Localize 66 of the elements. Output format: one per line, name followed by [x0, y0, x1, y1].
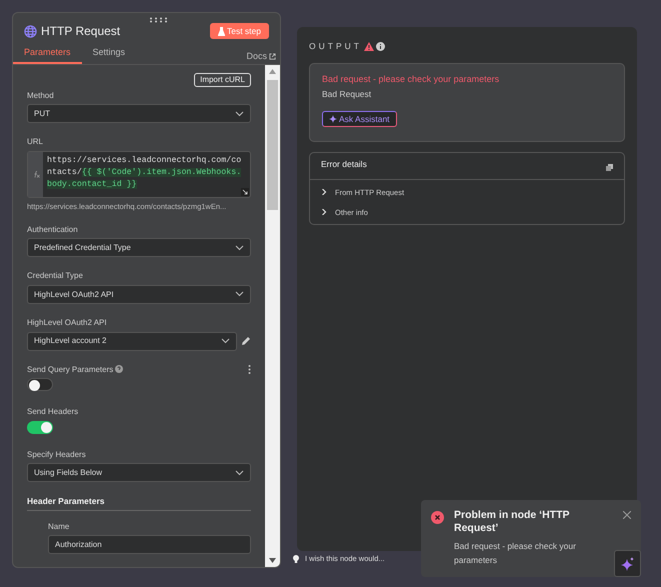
field-label: Authentication — [27, 224, 78, 234]
chevron-down-icon — [235, 244, 244, 251]
tab[interactable]: Parameters — [13, 41, 82, 64]
select-field[interactable]: HighLevel OAuth2 API — [27, 284, 251, 304]
output-label: OUTPUT — [309, 41, 362, 52]
select-value: Predefined Credential Type — [34, 243, 131, 253]
assistant-button[interactable] — [614, 550, 641, 577]
field-label: Method — [27, 90, 54, 100]
toast-title: Problem in node ‘HTTP Request’ — [454, 509, 570, 535]
field-label: Send Headers — [27, 407, 78, 417]
sparkle-icon — [620, 556, 634, 570]
lightbulb-icon — [293, 554, 299, 562]
expand-icon[interactable] — [241, 188, 249, 196]
select-field[interactable]: HighLevel account 2 — [27, 332, 237, 351]
close-icon — [623, 510, 631, 519]
input-value: Authorization — [55, 540, 102, 550]
select-field[interactable]: Predefined Credential Type — [27, 238, 251, 258]
docs-link[interactable]: Docs — [246, 51, 276, 62]
help-icon[interactable] — [115, 365, 124, 374]
field-label: Send Query Parameters — [27, 364, 114, 374]
field-label: Specify Headers — [27, 450, 86, 460]
chevron-down-icon — [221, 338, 230, 344]
chevron-right-icon — [321, 209, 327, 216]
select-value: Using Fields Below — [34, 468, 102, 478]
field-label: Name — [48, 522, 70, 532]
more-options-icon[interactable] — [248, 364, 251, 374]
select-value: PUT — [34, 108, 50, 118]
external-link-icon — [269, 53, 276, 60]
sparkle-icon — [329, 115, 337, 124]
scrollbar[interactable] — [265, 64, 280, 567]
chevron-right-icon — [321, 189, 327, 196]
select-field[interactable]: PUT — [27, 104, 251, 124]
copy-icon[interactable] — [606, 164, 613, 172]
close-button[interactable] — [623, 509, 631, 521]
pencil-icon[interactable] — [241, 336, 251, 346]
error-icon — [431, 511, 444, 524]
flask-icon — [218, 26, 225, 36]
field-label: URL — [27, 137, 44, 147]
scroll-down-icon[interactable] — [269, 558, 276, 563]
scrollbar-thumb[interactable] — [267, 80, 278, 210]
field-label: Credential Type — [27, 271, 83, 281]
details-title: Error details — [321, 159, 367, 172]
toggle-switch[interactable] — [27, 420, 53, 434]
globe-icon — [24, 24, 37, 38]
chevron-down-icon — [235, 470, 244, 476]
import-curl-button[interactable]: Import cURL — [194, 72, 251, 87]
chevron-down-icon — [235, 291, 244, 298]
info-icon[interactable] — [376, 42, 385, 51]
select-field[interactable]: Using Fields Below — [27, 463, 251, 482]
node-title: HTTP Request — [41, 24, 120, 38]
toast-message: Bad request - please check your parameters — [454, 540, 577, 567]
text-input[interactable]: Authorization — [48, 535, 251, 554]
section-heading: Header Parameters — [27, 496, 251, 511]
error-title: Bad request - please check your parameters — [322, 74, 500, 85]
chevron-down-icon — [235, 110, 244, 117]
ask-assistant-button[interactable]: Ask Assistant — [322, 111, 397, 128]
tab[interactable]: Settings — [82, 41, 136, 64]
error-message: Bad Request — [322, 88, 372, 100]
url-code: https://services.leadconnectorhq.com/contacts/{{ $('Code').item.json.Webhooks.body.contact_id }} — [46, 154, 242, 191]
field-label: HighLevel OAuth2 API — [27, 318, 107, 328]
expression-field[interactable]: https://services.leadconnectorhq.com/contacts/{{ $('Code').item.json.Webhooks.body.contact_id }} — [27, 150, 251, 198]
select-value: HighLevel OAuth2 API — [34, 290, 114, 300]
function-icon — [32, 170, 40, 178]
toggle-switch[interactable] — [27, 378, 53, 392]
select-value: HighLevel account 2 — [34, 336, 106, 346]
warning-icon — [364, 42, 374, 51]
